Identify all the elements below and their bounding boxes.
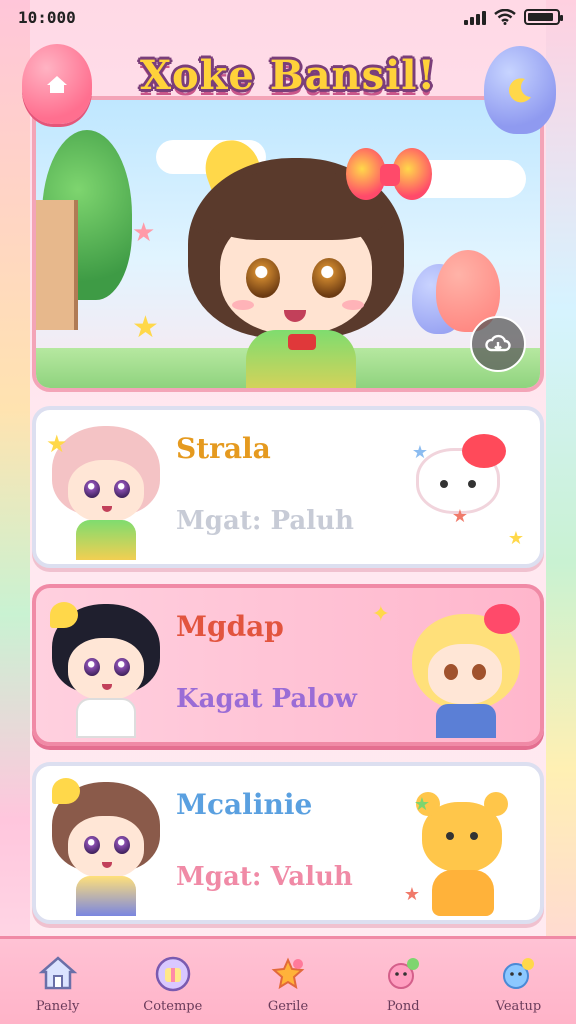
blonde-character [406,600,526,740]
hero-banner: ★ ★ [32,96,544,392]
character-card[interactable]: Mgdap Kagat Palow ✦ [32,584,544,746]
nav-item-panely[interactable]: Panely [0,939,115,1024]
bear-icon [496,953,540,993]
nav-label: Veatup [495,999,542,1014]
right-decor-stripe [546,0,576,1024]
moon-balloon-button[interactable] [484,46,556,134]
nav-label: Cotempe [143,999,203,1014]
card-subtitle: Mgat: Valuh [176,862,353,892]
card-title: Mcalinie [176,788,313,821]
signal-icon [464,9,486,25]
bottom-nav: Panely Cotempe Gerile Pond Veatup [0,936,576,1024]
status-bar: 10:000 [0,0,576,36]
character-avatar [46,598,166,738]
character-card[interactable]: Mcalinie Mgat: Valuh ★ ★ [32,762,544,924]
status-icons [464,9,563,25]
star-icon: ★ [411,442,428,463]
star-bow-icon [266,953,310,993]
battery-icon [524,9,563,25]
home-icon [36,953,80,993]
bunny-icon [381,953,425,993]
star-icon: ★ [451,506,468,527]
nav-label: Gerile [267,999,309,1014]
nav-item-gerile[interactable]: Gerile [230,939,345,1024]
star-icon: ★ [413,794,430,815]
card-title: Strala [176,432,271,465]
nav-label: Pond [386,999,420,1014]
star-icon: ★ [132,218,156,248]
star-icon: ★ [132,310,159,345]
nav-label: Panely [35,999,80,1014]
star-icon: ✦ [371,602,390,627]
card-subtitle: Mgat: Paluh [176,506,354,536]
card-subtitle: Kagat Palow [176,684,357,714]
left-decor-stripe [0,0,30,1024]
cloud-download-button[interactable] [470,316,526,372]
nav-item-pond[interactable]: Pond [346,939,461,1024]
card-title: Mgdap [176,610,284,643]
status-time: 10:000 [18,8,76,27]
character-card[interactable]: ★ Strala Mgat: Paluh ★ ★ ★ [32,406,544,568]
battery-level [528,13,554,21]
star-icon: ★ [403,884,420,905]
moon-balloon-icon [509,78,531,103]
star-icon: ★ [507,528,524,549]
wifi-icon [494,9,516,25]
star-icon: ★ [46,430,68,458]
nav-item-veatup[interactable]: Veatup [461,939,576,1024]
character-avatar: ★ [46,420,166,560]
character-avatar [46,776,166,916]
house-illustration [36,200,78,330]
cloud-download-icon [485,334,511,352]
gift-icon [151,953,195,993]
nav-item-cotempe[interactable]: Cotempe [115,939,230,1024]
hero-character [176,132,432,388]
